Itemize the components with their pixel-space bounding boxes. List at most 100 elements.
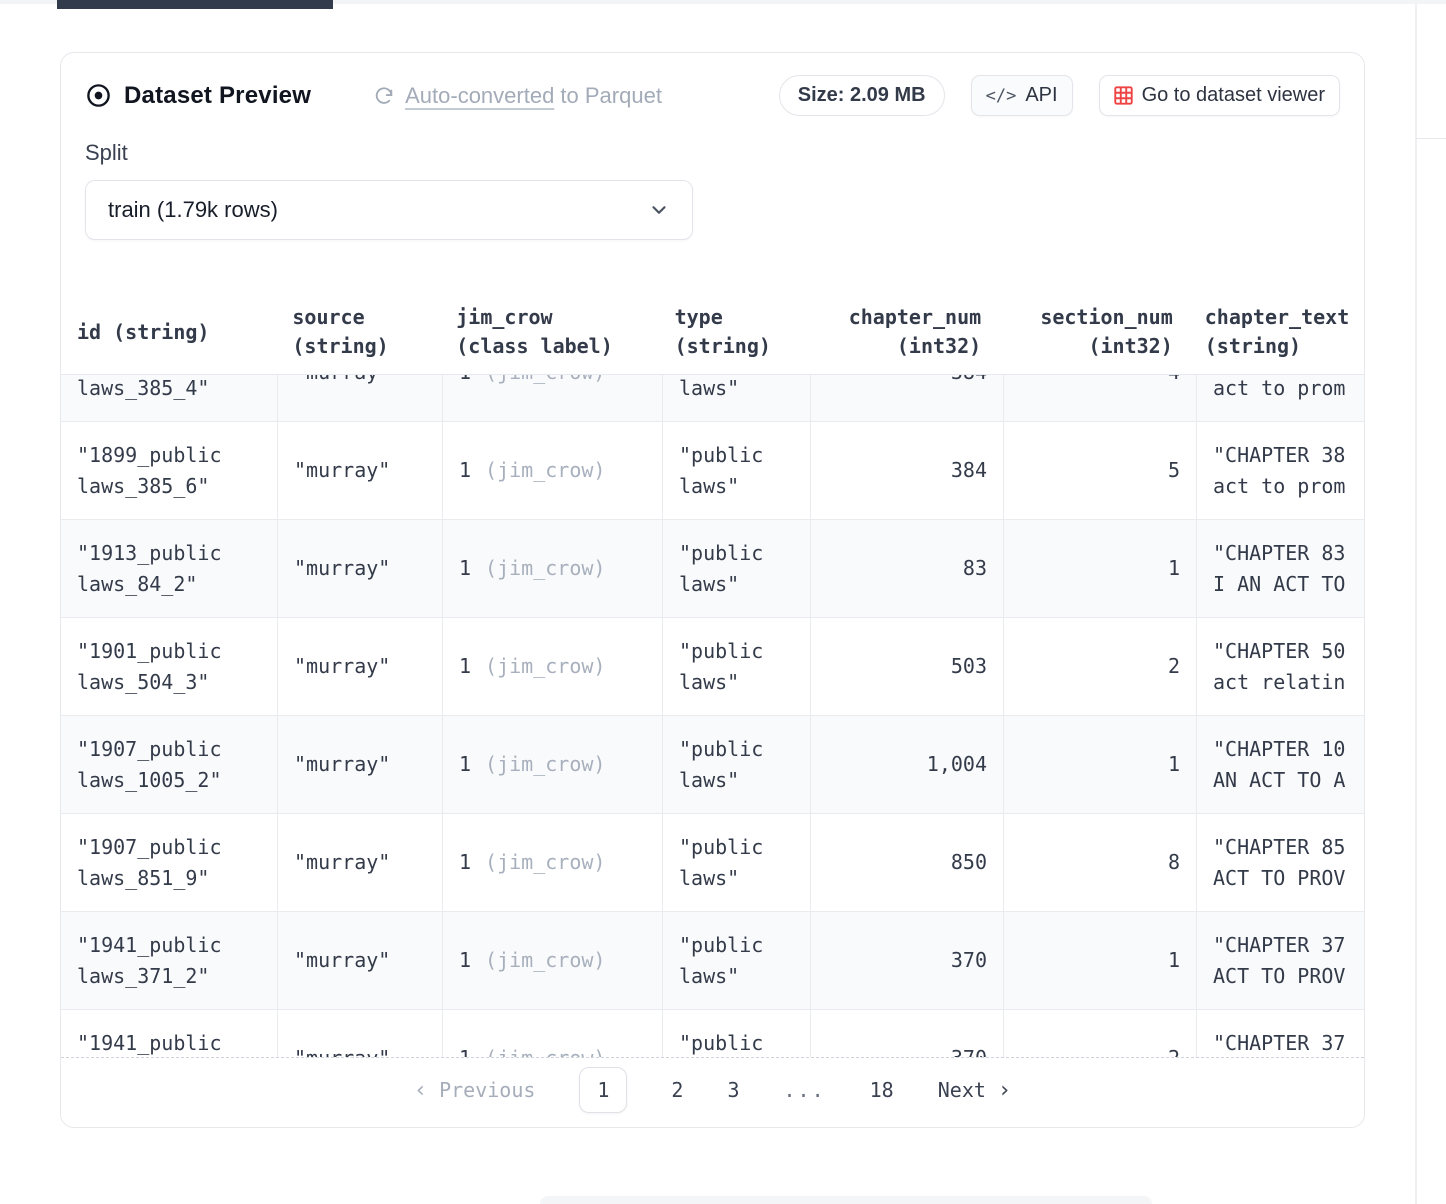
- table-cell-type: "public laws": [663, 716, 811, 813]
- table-cell-source: "murray": [278, 520, 443, 617]
- class-label-value: 1: [459, 455, 471, 486]
- table-row: "1941_public laws_371_3""murray"1(jim_cr…: [61, 1010, 1364, 1058]
- table-cell-chapter-num: 83: [811, 520, 1004, 617]
- table-row: "1899_public laws_385_4""murray" 1 (jim_cr…: [61, 375, 1364, 422]
- class-label-value: 1: [459, 553, 471, 584]
- dataset-preview-card: Dataset Preview Auto-converted to Parque…: [60, 52, 1365, 1128]
- next-label: Next: [938, 1078, 986, 1102]
- class-label-name: (jim_crow): [485, 651, 605, 682]
- table-cell-type: "public laws": [663, 520, 811, 617]
- column-header-type: type (string): [659, 290, 806, 374]
- table-cell-section-num: 1: [1004, 520, 1197, 617]
- table-cell-type: "public laws": [663, 814, 811, 911]
- table-cell-chapter-num: 370: [811, 912, 1004, 1009]
- page-numbers: 1 2 3... 18: [579, 1067, 893, 1113]
- table-cell-source: "murray": [278, 375, 443, 421]
- pagination-ellipsis: ...: [784, 1078, 826, 1102]
- table-cell-section-num: 4: [1004, 375, 1197, 421]
- table-cell-id: "1941_public laws_371_3": [61, 1010, 278, 1058]
- table-cell-chapter-num: 1,004: [811, 716, 1004, 813]
- table-cell-chapter-text: "CHAPTER 50 act relatin: [1197, 618, 1364, 715]
- table-cell-chapter-text: "CHAPTER 38 act to prom: [1197, 422, 1364, 519]
- class-label-name: (jim_crow): [485, 455, 605, 486]
- size-badge: Size: 2.09 MB: [779, 75, 945, 116]
- table-cell-source: "murray": [278, 618, 443, 715]
- table-cell-section-num: 1: [1004, 912, 1197, 1009]
- table-cell-source: "murray": [278, 814, 443, 911]
- class-label-value: 1: [459, 749, 471, 780]
- table-cell-id: "1899_public laws_385_4": [61, 375, 278, 421]
- table-cell-jim-crow: 1 (jim_crow): [443, 814, 663, 911]
- column-header-section-num: section_num (int32): [997, 290, 1189, 374]
- table-cell-id: "1901_public laws_504_3": [61, 618, 278, 715]
- table-cell-id: "1913_public laws_84_2": [61, 520, 278, 617]
- grid-table-icon: [1114, 86, 1133, 105]
- page-title: Dataset Preview: [124, 82, 311, 110]
- page-number-3[interactable]: 3: [727, 1078, 739, 1102]
- auto-converted-link[interactable]: Auto-converted: [405, 83, 554, 108]
- table-row: "1907_public laws_851_9""murray"1(jim_cr…: [61, 814, 1364, 912]
- table-cell-jim-crow: 1 (jim_crow): [443, 375, 663, 421]
- table-row: "1907_public laws_1005_2""murray"1(jim_c…: [61, 716, 1364, 814]
- auto-converted-suffix: to Parquet: [554, 83, 662, 108]
- auto-converted-note: Auto-converted to Parquet: [373, 83, 662, 109]
- page-number-2[interactable]: 2: [671, 1078, 683, 1102]
- table-cell-jim-crow: 1 (jim_crow): [443, 618, 663, 715]
- class-label-name: (jim_crow): [485, 847, 605, 878]
- table-cell-jim-crow: 1(jim_crow): [443, 1010, 663, 1058]
- table-row: "1899_public laws_385_6""murray" 1 (jim_cr…: [61, 422, 1364, 520]
- table-cell-type: "public laws": [663, 422, 811, 519]
- class-label-name: (jim_crow): [485, 749, 605, 780]
- table-cell-type: "public laws": [663, 375, 811, 421]
- previous-label: Previous: [439, 1078, 535, 1102]
- active-tab-indicator: [57, 0, 333, 9]
- table-cell-type: "public laws": [663, 618, 811, 715]
- pagination-bar: ‹ Previous 1 2 3... 18 Next ›: [61, 1058, 1364, 1122]
- table-cell-source: "murray": [278, 422, 443, 519]
- split-label: Split: [85, 140, 1340, 166]
- class-label-value: 1: [459, 847, 471, 878]
- class-label-value: 1: [459, 375, 471, 388]
- split-selected-option: train (1.79k rows): [108, 197, 278, 223]
- data-table: id (string) source (string) jim_crow (cl…: [61, 290, 1364, 1058]
- table-cell-chapter-num: 384: [811, 375, 1004, 421]
- viewer-button-label: Go to dataset viewer: [1142, 84, 1325, 107]
- next-page-button[interactable]: Next ›: [938, 1078, 1011, 1103]
- previous-page-button[interactable]: ‹ Previous: [414, 1078, 536, 1103]
- class-label-name: (jim_crow): [485, 375, 605, 388]
- table-cell-id: "1907_public laws_1005_2": [61, 716, 278, 813]
- api-button[interactable]: </> API: [971, 75, 1073, 116]
- chevron-left-icon: ‹: [414, 1078, 427, 1103]
- table-cell-chapter-text: "CHAPTER 37 ACT TO PROV: [1197, 1010, 1364, 1058]
- go-to-dataset-viewer-button[interactable]: Go to dataset viewer: [1099, 75, 1340, 116]
- class-label-value: 1: [459, 651, 471, 682]
- table-cell-type: "public laws": [663, 912, 811, 1009]
- chevron-down-icon: [648, 199, 670, 221]
- table-cell-chapter-text: "CHAPTER 37 ACT TO PROV: [1197, 912, 1364, 1009]
- preview-eye-icon: [85, 82, 112, 109]
- table-header-row: id (string) source (string) jim_crow (cl…: [61, 290, 1364, 375]
- class-label-value: 1: [459, 1043, 471, 1058]
- column-header-jim-crow: jim_crow (class label): [440, 290, 658, 374]
- table-cell-jim-crow: 1(jim_crow): [443, 912, 663, 1009]
- table-row: "1941_public laws_371_2""murray"1(jim_cr…: [61, 912, 1364, 1010]
- table-cell-jim-crow: 1(jim_crow): [443, 520, 663, 617]
- column-header-id: id (string): [61, 290, 276, 374]
- page-number-1[interactable]: 1: [579, 1067, 627, 1113]
- table-cell-id: "1941_public laws_371_2": [61, 912, 278, 1009]
- split-select[interactable]: train (1.79k rows): [85, 180, 693, 240]
- class-label-name: (jim_crow): [485, 945, 605, 976]
- table-cell-source: "murray": [278, 1010, 443, 1058]
- right-panel-hline: [1416, 138, 1446, 139]
- table-row: "1901_public laws_504_3""murray" 1 (jim_cr…: [61, 618, 1364, 716]
- page-number-18[interactable]: 18: [870, 1078, 894, 1102]
- table-cell-jim-crow: 1 (jim_crow): [443, 716, 663, 813]
- column-header-chapter-num: chapter_num (int32): [806, 290, 998, 374]
- column-header-chapter-text: chapter_text (string): [1189, 290, 1364, 374]
- table-cell-section-num: 8: [1004, 814, 1197, 911]
- table-cell-id: "1899_public laws_385_6": [61, 422, 278, 519]
- table-cell-chapter-num: 850: [811, 814, 1004, 911]
- table-cell-jim-crow: 1 (jim_crow): [443, 422, 663, 519]
- chevron-right-icon: ›: [998, 1078, 1011, 1103]
- card-title-group: Dataset Preview: [85, 82, 311, 110]
